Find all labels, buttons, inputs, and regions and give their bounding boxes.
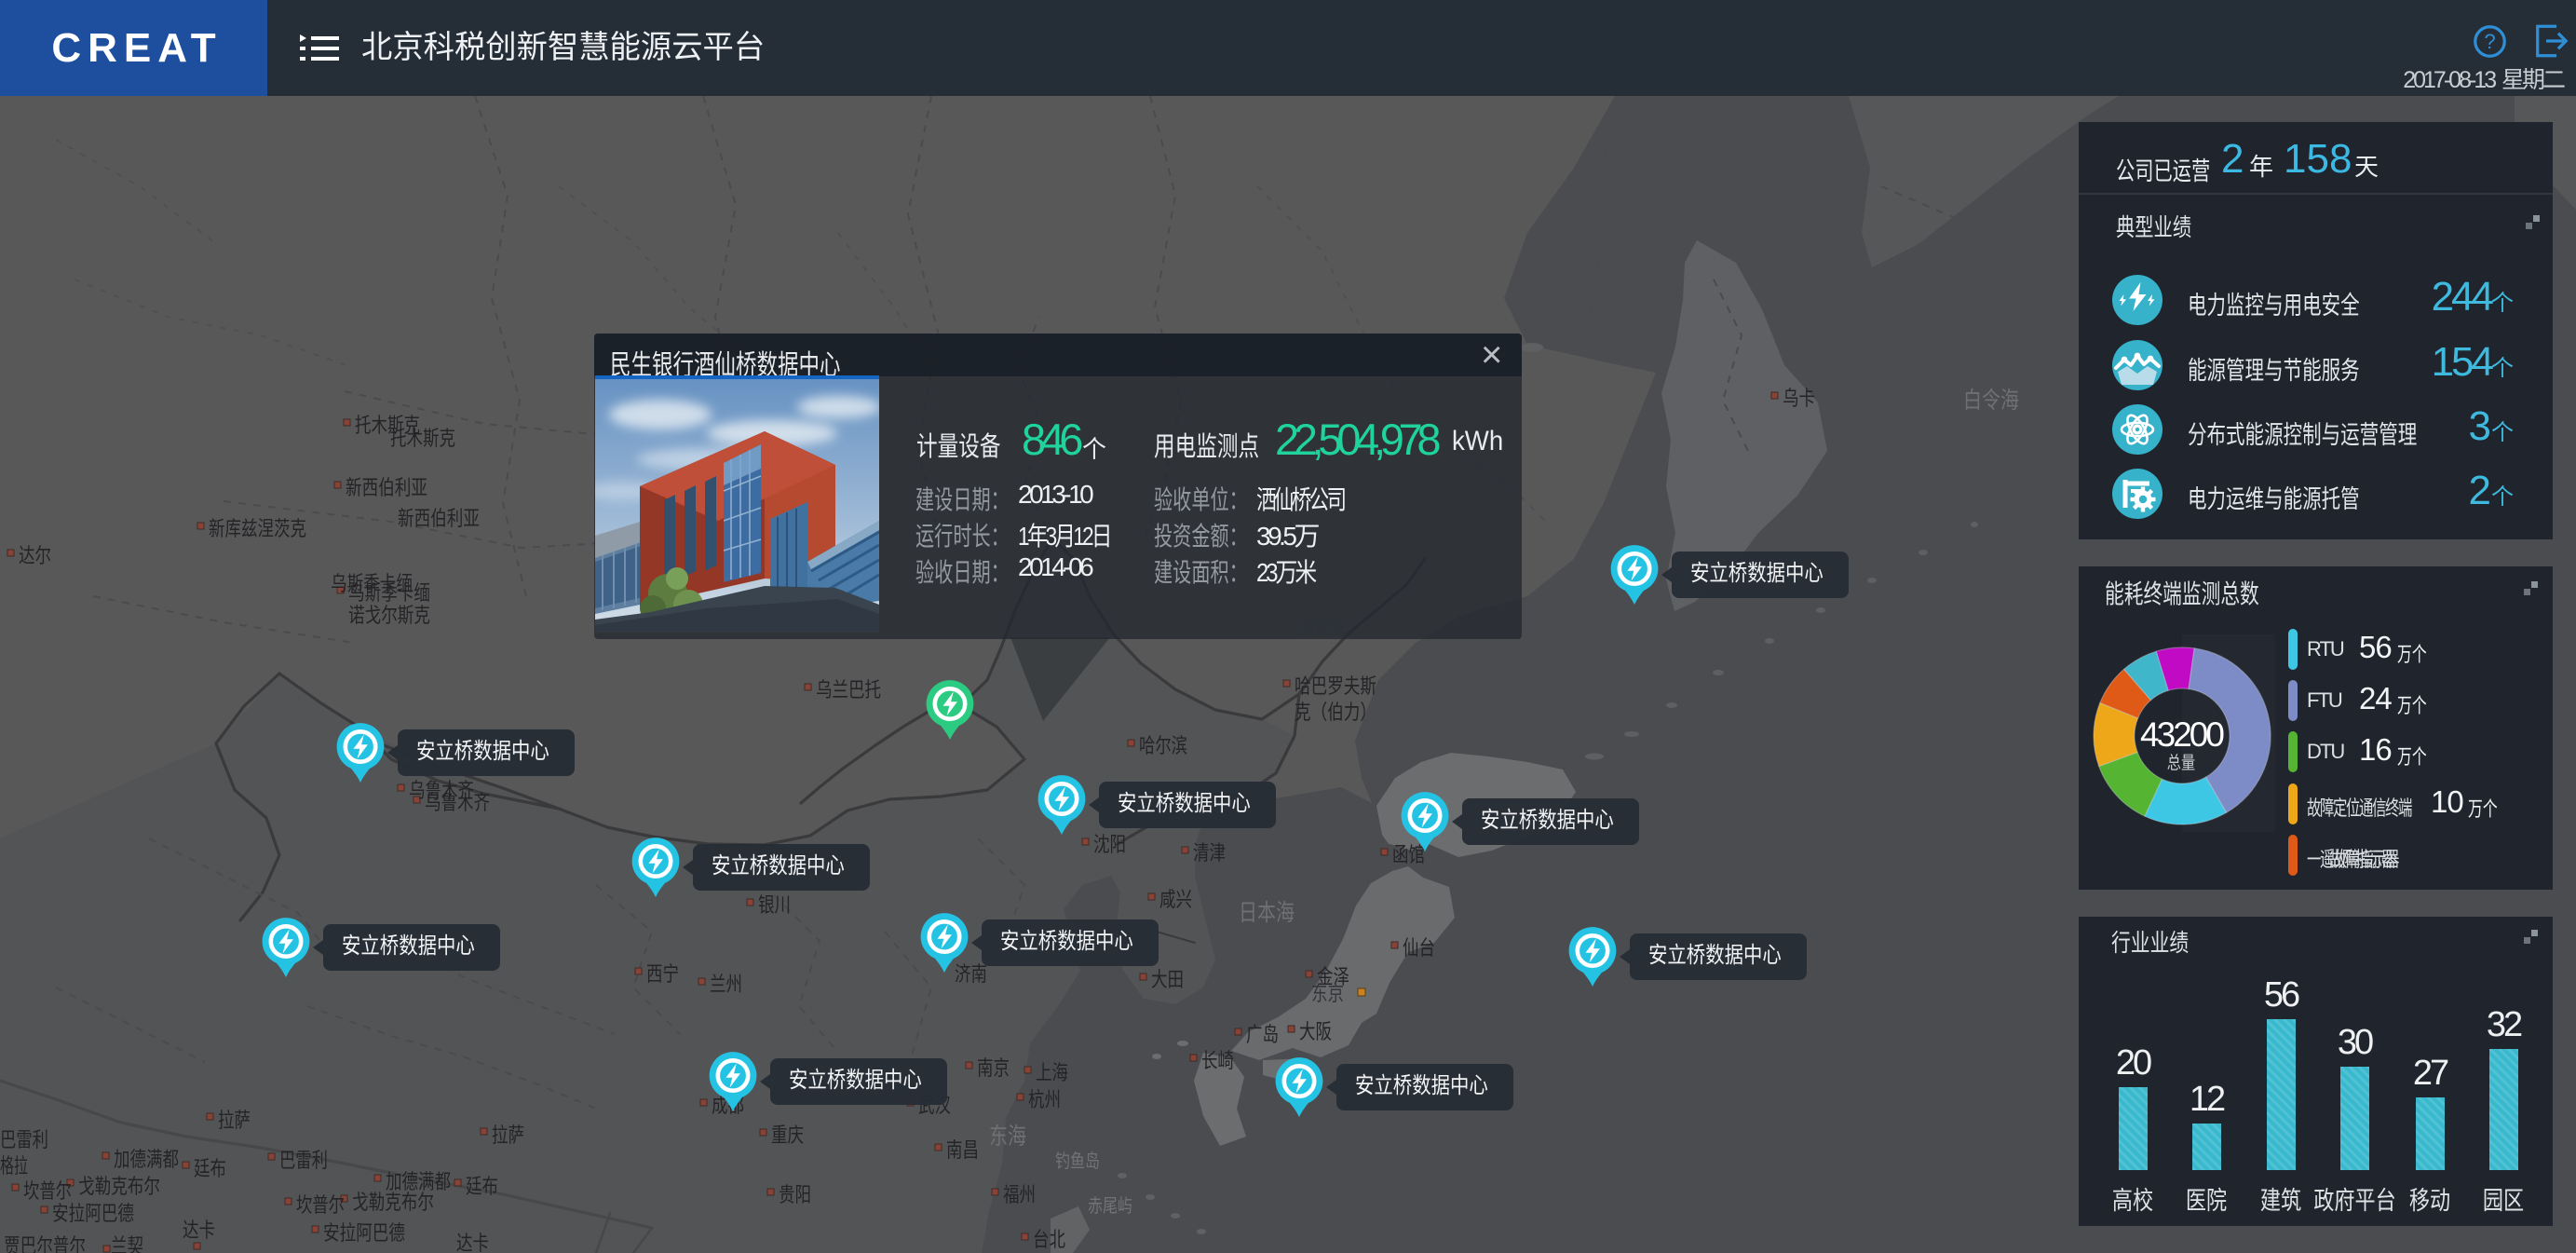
svg-text:廷布: 廷布 — [194, 1157, 226, 1180]
svg-text:戈勒克布尔: 戈勒克布尔 — [352, 1191, 434, 1214]
svg-text:托木斯克: 托木斯克 — [390, 427, 455, 450]
svg-text:贾巴尔普尔: 贾巴尔普尔 — [4, 1234, 86, 1253]
svg-text:廷布: 廷布 — [466, 1175, 498, 1198]
svg-text:乌兰巴托: 乌兰巴托 — [816, 678, 881, 701]
svg-text:格拉: 格拉 — [0, 1154, 28, 1178]
svg-text:拉萨: 拉萨 — [218, 1109, 251, 1132]
svg-text:杭州: 杭州 — [1028, 1088, 1061, 1111]
svg-text:台北: 台北 — [1033, 1228, 1065, 1251]
svg-text:安拉阿巴德: 安拉阿巴德 — [323, 1221, 405, 1245]
svg-text:安拉阿巴德: 安拉阿巴德 — [52, 1202, 134, 1225]
svg-text:兰州: 兰州 — [710, 973, 742, 996]
svg-text:哈尔滨: 哈尔滨 — [1139, 734, 1187, 757]
svg-text:东京: 东京 — [1311, 982, 1344, 1005]
svg-text:乌卡: 乌卡 — [1783, 387, 1815, 410]
svg-text:加德满都: 加德满都 — [114, 1148, 179, 1171]
svg-text:银川: 银川 — [758, 893, 791, 917]
svg-text:重庆: 重庆 — [771, 1124, 804, 1147]
svg-text:?: ? — [2484, 30, 2495, 53]
svg-text:新西伯利亚: 新西伯利亚 — [346, 476, 427, 499]
svg-text:沈阳: 沈阳 — [1093, 833, 1126, 856]
svg-text:乌鲁木齐: 乌鲁木齐 — [425, 791, 490, 814]
svg-text:坎普尔: 坎普尔 — [296, 1193, 345, 1217]
svg-text:南昌: 南昌 — [946, 1138, 979, 1162]
svg-text:拉萨: 拉萨 — [492, 1124, 524, 1147]
svg-text:达卡: 达卡 — [456, 1232, 489, 1253]
svg-text:克（伯力）: 克（伯力） — [1295, 701, 1376, 724]
svg-text:东海: 东海 — [989, 1124, 1026, 1150]
svg-text:哈巴罗夫斯: 哈巴罗夫斯 — [1295, 674, 1376, 698]
svg-text:大田: 大田 — [1151, 968, 1184, 991]
svg-text:长崎: 长崎 — [1201, 1049, 1234, 1072]
svg-text:贵阳: 贵阳 — [779, 1183, 811, 1206]
svg-text:赤尾屿: 赤尾屿 — [1088, 1195, 1132, 1217]
svg-text:乌斯季卡缅: 乌斯季卡缅 — [331, 572, 413, 595]
svg-text:广岛: 广岛 — [1246, 1023, 1279, 1046]
svg-text:仙台: 仙台 — [1403, 936, 1435, 960]
svg-text:达尔: 达尔 — [19, 544, 51, 567]
svg-text:日本海: 日本海 — [1239, 900, 1295, 926]
svg-text:南京: 南京 — [977, 1056, 1010, 1080]
svg-text:坎普尔: 坎普尔 — [23, 1179, 72, 1203]
svg-text:新西伯利亚: 新西伯利亚 — [398, 507, 480, 530]
svg-text:西宁: 西宁 — [646, 962, 679, 986]
svg-text:咸兴: 咸兴 — [1159, 888, 1192, 911]
svg-text:达卡: 达卡 — [183, 1219, 215, 1242]
svg-text:新库兹涅茨克: 新库兹涅茨克 — [209, 517, 306, 540]
svg-text:钓鱼岛: 钓鱼岛 — [1055, 1151, 1100, 1172]
svg-text:巴雷利: 巴雷利 — [0, 1128, 48, 1151]
svg-text:福州: 福州 — [1003, 1183, 1036, 1206]
svg-text:兰契: 兰契 — [111, 1234, 143, 1253]
svg-text:大阪: 大阪 — [1299, 1020, 1332, 1043]
svg-text:白令海: 白令海 — [1963, 388, 2019, 414]
svg-text:诺戈尔斯克: 诺戈尔斯克 — [348, 604, 430, 627]
svg-text:上海: 上海 — [1036, 1061, 1068, 1084]
svg-text:戈勒克布尔: 戈勒克布尔 — [78, 1175, 160, 1198]
svg-text:巴雷利: 巴雷利 — [279, 1149, 328, 1172]
svg-text:清津: 清津 — [1193, 841, 1226, 865]
